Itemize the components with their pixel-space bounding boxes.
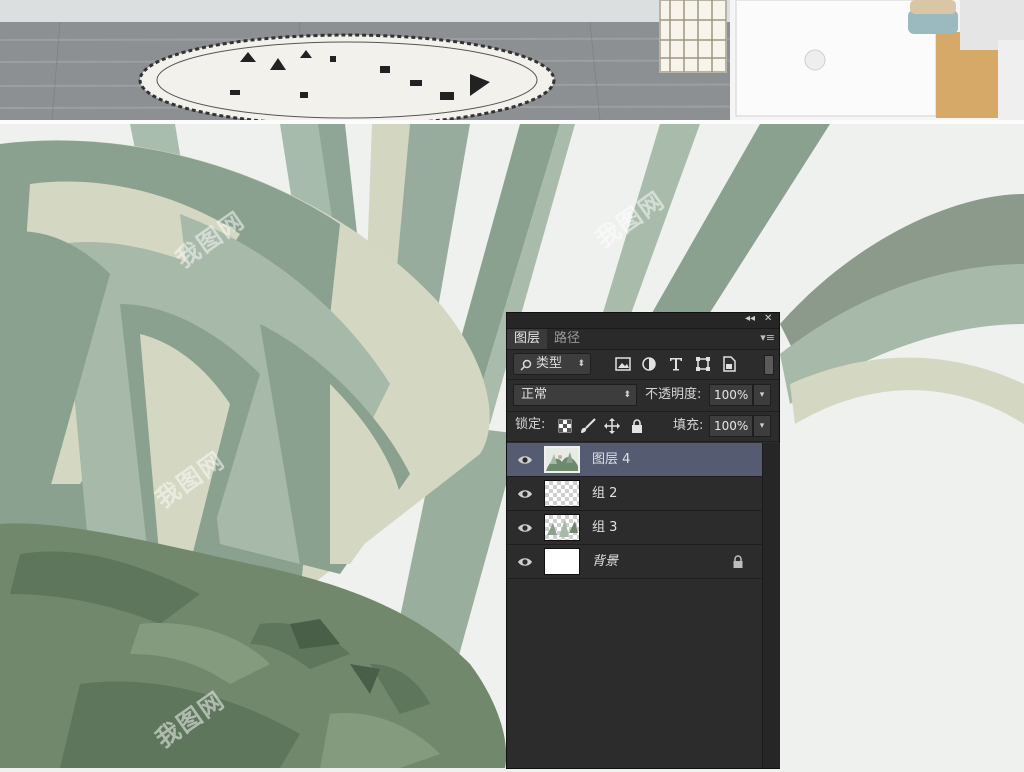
separator [507,441,779,442]
layer-thumbnail [544,548,580,575]
panel-tabs: 图层 路径 ▾≡ [507,329,779,350]
layer-row[interactable]: 背景 [507,545,762,579]
eye-icon[interactable] [517,520,533,536]
room-photo-strip [0,0,1024,120]
layer-name[interactable]: 图层 4 [592,443,630,477]
fill-slider-button[interactable]: ▾ [753,415,771,437]
layer-thumbnail [544,480,580,507]
lock-paint-icon[interactable] [580,418,596,434]
filter-toggle[interactable] [764,355,774,375]
smart-object-icon[interactable] [721,356,737,372]
room-photo [0,0,1024,120]
opacity-slider-button[interactable]: ▾ [753,384,771,406]
lock-transparent-icon[interactable] [557,418,573,434]
filter-kind-label: 类型 [536,356,563,371]
eye-icon[interactable] [517,554,533,570]
layers-panel: ◂◂ ✕ 图层 路径 ▾≡ 类型 ⬍ 正常 ⬍ 不透明度: 100% ▾ 锁定:… [507,313,780,768]
adjustment-icon[interactable] [641,356,657,372]
separator [507,379,779,380]
lock-move-icon[interactable] [604,418,620,434]
shape-icon[interactable] [695,356,711,372]
plants-thumbnail-image [547,519,578,537]
updown-arrow-icon: ⬍ [577,359,585,369]
lock-label: 锁定: [515,417,546,432]
opacity-input[interactable]: 100% [709,384,753,406]
layers-scrollbar[interactable] [762,443,780,768]
fill-label: 填充: [673,418,704,433]
layer-thumbnail [544,514,580,541]
tab-paths[interactable]: 路径 [547,329,587,349]
eye-icon[interactable] [517,486,533,502]
layer-name[interactable]: 组 3 [592,511,617,545]
layer-row[interactable]: 组 2 [507,477,762,511]
updown-arrow-icon: ⬍ [623,390,631,400]
layer-thumbnail [544,446,580,473]
tab-layers[interactable]: 图层 [507,329,548,349]
collapse-panel-button[interactable]: ◂◂ [745,313,755,324]
blend-mode-value: 正常 [521,387,548,402]
lock-icon [733,555,743,568]
type-icon[interactable] [668,356,684,372]
filter-kind-dropdown[interactable]: 类型 ⬍ [513,353,591,375]
panel-menu-button[interactable]: ▾≡ [760,331,775,344]
lock-all-icon[interactable] [629,418,645,434]
search-icon [520,359,532,371]
layer-row[interactable]: 组 3 [507,511,762,545]
layer-name[interactable]: 组 2 [592,477,617,511]
panel-title-bar[interactable]: ◂◂ ✕ [507,313,779,329]
eye-icon[interactable] [517,452,533,468]
opacity-label: 不透明度: [645,387,702,402]
layer-name[interactable]: 背景 [592,545,618,579]
separator [507,411,779,412]
plants-thumbnail-image [546,448,578,471]
image-icon[interactable] [615,356,631,372]
fill-input[interactable]: 100% [709,415,753,437]
blend-mode-dropdown[interactable]: 正常 ⬍ [513,384,637,406]
layer-row[interactable]: 图层 4 [507,443,762,477]
close-panel-button[interactable]: ✕ [764,313,772,324]
